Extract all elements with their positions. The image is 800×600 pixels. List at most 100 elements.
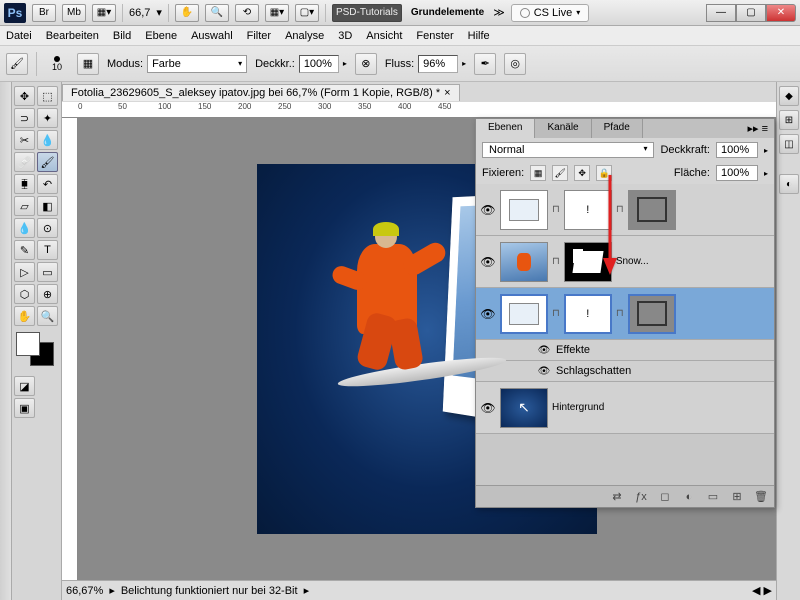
tab-kanaele[interactable]: Kanäle xyxy=(535,119,591,138)
tab-ebenen[interactable]: Ebenen xyxy=(476,119,535,138)
close-tab-icon[interactable]: × xyxy=(444,87,450,99)
3d-tool[interactable]: ⬡ xyxy=(14,284,35,304)
pressure-size-icon[interactable]: ◎ xyxy=(504,53,526,75)
layer-opacity-input[interactable]: 100% xyxy=(716,142,758,158)
crop-tool[interactable]: ✂ xyxy=(14,130,35,150)
color-swatches[interactable] xyxy=(14,332,58,362)
layer-effects-row[interactable]: 👁 Effekte xyxy=(476,340,774,361)
menu-hilfe[interactable]: Hilfe xyxy=(468,30,490,42)
stamp-tool[interactable]: ⧯ xyxy=(14,174,35,194)
eyedropper-tool[interactable]: 💧 xyxy=(37,130,58,150)
brush-panel-icon[interactable]: ▦ xyxy=(77,53,99,75)
ruler-vertical[interactable] xyxy=(62,118,78,580)
move-tool[interactable]: ✥ xyxy=(14,86,35,106)
delete-layer-button[interactable]: 🗑 xyxy=(752,489,770,505)
shape-tool[interactable]: ▭ xyxy=(37,262,58,282)
hand-tool[interactable]: ✋ xyxy=(14,306,35,326)
workspace-psd-tutorials[interactable]: PSD-Tutorials xyxy=(332,4,402,22)
menu-filter[interactable]: Filter xyxy=(247,30,271,42)
menu-ebene[interactable]: Ebene xyxy=(145,30,177,42)
layer-row[interactable]: 👁 ⊓ ! ⊓ xyxy=(476,184,774,236)
menu-datei[interactable]: Datei xyxy=(6,30,32,42)
layer-effect-item[interactable]: 👁 Schlagschatten xyxy=(476,361,774,382)
visibility-icon[interactable]: 👁 xyxy=(536,342,552,358)
new-layer-button[interactable]: ⊞ xyxy=(728,489,746,505)
history-brush-tool[interactable]: ↶ xyxy=(37,174,58,194)
layer-thumb[interactable]: ↖ xyxy=(500,388,548,428)
view-extras-button[interactable]: ▦▾ xyxy=(92,4,116,22)
layer-thumb[interactable] xyxy=(500,294,548,334)
close-button[interactable]: ✕ xyxy=(766,4,796,22)
adjustment-layer-button[interactable]: ◐ xyxy=(680,489,698,505)
menu-bild[interactable]: Bild xyxy=(113,30,131,42)
zoom-icon[interactable]: 🔍 xyxy=(205,4,229,22)
pen-tool[interactable]: ✎ xyxy=(14,240,35,260)
paths-icon[interactable]: ◫ xyxy=(779,134,799,154)
layer-row[interactable]: 👁 ↖ Hintergrund xyxy=(476,382,774,434)
layers-icon[interactable]: ◆ xyxy=(779,86,799,106)
blur-tool[interactable]: 💧 xyxy=(14,218,35,238)
tab-pfade[interactable]: Pfade xyxy=(592,119,643,138)
menu-bearbeiten[interactable]: Bearbeiten xyxy=(46,30,99,42)
layer-row[interactable]: 👁 ⊓ Snow... xyxy=(476,236,774,288)
flow-input[interactable]: 96% xyxy=(418,55,458,73)
screen-mode-icon[interactable]: ▢▾ xyxy=(295,4,319,22)
layer-name[interactable]: Snow... xyxy=(616,256,649,267)
document-tab[interactable]: Fotolia_23629605_S_aleksey ipatov.jpg be… xyxy=(62,84,460,101)
zoom-readout[interactable]: 66,67% xyxy=(66,585,103,597)
layer-mask-thumb[interactable] xyxy=(628,294,676,334)
layer-thumb[interactable] xyxy=(500,190,548,230)
workspace-grundelemente[interactable]: Grundelemente xyxy=(408,4,487,22)
menu-3d[interactable]: 3D xyxy=(338,30,352,42)
channels-icon[interactable]: ⊞ xyxy=(779,110,799,130)
visibility-icon[interactable]: 👁 xyxy=(480,254,496,270)
layer-mask-thumb[interactable] xyxy=(564,242,612,282)
panel-flyout-icon[interactable]: ▸▸ ≡ xyxy=(741,119,774,138)
layer-row[interactable]: 👁 ⊓ ! ⊓ xyxy=(476,288,774,340)
layer-name[interactable]: Hintergrund xyxy=(552,402,604,413)
menu-analyse[interactable]: Analyse xyxy=(285,30,324,42)
cs-live-button[interactable]: CS Live▾ xyxy=(511,4,590,22)
lock-transparency-icon[interactable]: ▦ xyxy=(530,165,546,181)
hand-icon[interactable]: ✋ xyxy=(175,4,199,22)
chevron-right-icon[interactable]: ≫ xyxy=(493,6,505,19)
tool-preset-icon[interactable]: 🖌 xyxy=(6,53,28,75)
menu-auswahl[interactable]: Auswahl xyxy=(191,30,233,42)
heal-tool[interactable]: 🩹 xyxy=(14,152,35,172)
brush-tool[interactable]: 🖌 xyxy=(37,152,58,172)
vector-mask-thumb[interactable]: ! xyxy=(564,190,612,230)
menu-fenster[interactable]: Fenster xyxy=(416,30,453,42)
layer-thumb[interactable] xyxy=(500,242,548,282)
arrange-icon[interactable]: ▦▾ xyxy=(265,4,289,22)
layer-mask-button[interactable]: ◻ xyxy=(656,489,674,505)
fill-input[interactable]: 100% xyxy=(716,165,758,181)
lasso-tool[interactable]: ⊃ xyxy=(14,108,35,128)
visibility-icon[interactable]: 👁 xyxy=(480,400,496,416)
dock-strip-left[interactable] xyxy=(0,82,12,600)
type-tool[interactable]: T xyxy=(37,240,58,260)
path-select-tool[interactable]: ▷ xyxy=(14,262,35,282)
lock-pixels-icon[interactable]: 🖌 xyxy=(552,165,568,181)
lock-all-icon[interactable]: 🔒 xyxy=(596,165,612,181)
maximize-button[interactable]: ▢ xyxy=(736,4,766,22)
lock-position-icon[interactable]: ✥ xyxy=(574,165,590,181)
dodge-tool[interactable]: ⊙ xyxy=(37,218,58,238)
link-layers-button[interactable]: ⇄ xyxy=(608,489,626,505)
visibility-icon[interactable]: 👁 xyxy=(480,306,496,322)
3d-camera-tool[interactable]: ⊕ xyxy=(37,284,58,304)
wand-tool[interactable]: ✦ xyxy=(37,108,58,128)
gradient-tool[interactable]: ◧ xyxy=(37,196,58,216)
vector-mask-thumb[interactable]: ! xyxy=(564,294,612,334)
menu-ansicht[interactable]: Ansicht xyxy=(366,30,402,42)
marquee-tool[interactable]: ⬚ xyxy=(37,86,58,106)
pressure-opacity-icon[interactable]: ⊗ xyxy=(355,53,377,75)
modus-select[interactable]: Farbe▾ xyxy=(147,55,247,73)
quickmask-tool[interactable]: ◪ xyxy=(14,376,35,396)
adjustments-icon[interactable]: ◐ xyxy=(779,174,799,194)
brush-preview[interactable]: 10 xyxy=(45,52,69,76)
group-button[interactable]: ▭ xyxy=(704,489,722,505)
visibility-icon[interactable]: 👁 xyxy=(536,363,552,379)
layer-mask-thumb[interactable] xyxy=(628,190,676,230)
ruler-horizontal[interactable]: 0 50 100 150 200 250 300 350 400 450 xyxy=(62,102,776,118)
eraser-tool[interactable]: ▱ xyxy=(14,196,35,216)
